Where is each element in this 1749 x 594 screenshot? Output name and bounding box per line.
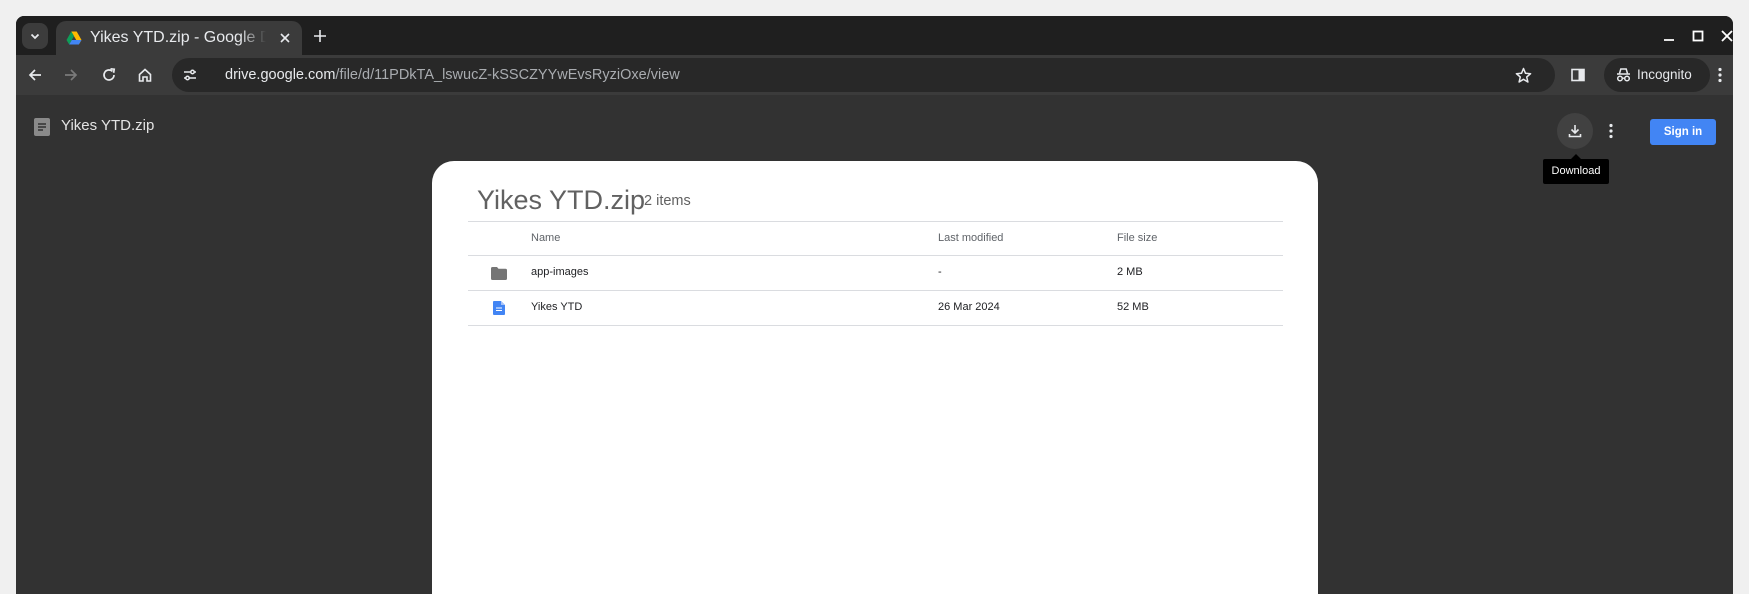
download-tooltip: Download — [1543, 154, 1609, 184]
forward-button[interactable] — [57, 61, 85, 89]
column-header-name[interactable]: Name — [531, 222, 560, 255]
google-drive-icon — [66, 31, 82, 45]
archive-title: Yikes YTD.zip — [477, 185, 646, 215]
archive-contents-table: Name Last modified File size app-images … — [468, 221, 1283, 326]
archive-preview-card: Yikes YTD.zip 2 items Name Last modified… — [432, 161, 1318, 594]
table-row[interactable]: app-images - 2 MB — [468, 256, 1283, 291]
minimize-button[interactable] — [1656, 23, 1682, 49]
row-file-size: 2 MB — [1117, 266, 1143, 278]
incognito-label: Incognito — [1637, 67, 1692, 82]
arrow-left-icon — [28, 69, 41, 81]
address-bar[interactable]: drive.google.com/file/d/11PDkTA_lswucZ-k… — [172, 58, 1555, 92]
side-panel-icon — [1571, 68, 1585, 82]
maximize-button[interactable] — [1685, 23, 1711, 49]
document-icon — [34, 118, 50, 136]
tab-search-button[interactable] — [22, 23, 48, 49]
row-name: Yikes YTD — [531, 301, 583, 313]
tab-title: Yikes YTD.zip - Google Drive — [90, 29, 266, 46]
row-last-modified: 26 Mar 2024 — [938, 301, 1000, 313]
close-icon — [1721, 30, 1733, 42]
close-icon — [280, 33, 290, 43]
arrow-right-icon — [65, 69, 78, 81]
maximize-icon — [1692, 30, 1704, 42]
star-icon — [1515, 67, 1531, 83]
document-icon — [490, 299, 508, 317]
more-vertical-icon — [1718, 67, 1722, 83]
row-last-modified: - — [938, 266, 942, 278]
archive-item-count: 2 items — [644, 193, 691, 209]
row-name: app-images — [531, 266, 589, 278]
column-header-last-modified[interactable]: Last modified — [938, 222, 1003, 255]
download-button[interactable] — [1557, 113, 1593, 149]
bookmark-button[interactable] — [1511, 63, 1535, 87]
browser-window: Yikes YTD.zip - Google Drive — [16, 16, 1733, 594]
drive-viewer: Yikes YTD.zip Sign in Download Yikes YTD… — [16, 95, 1733, 594]
plus-icon — [314, 30, 326, 42]
tune-icon — [184, 69, 196, 81]
more-actions-button[interactable] — [1601, 119, 1621, 143]
url-text: drive.google.com/file/d/11PDkTA_lswucZ-k… — [225, 58, 680, 92]
back-button[interactable] — [21, 61, 49, 89]
reload-icon — [103, 67, 116, 81]
tab-strip: Yikes YTD.zip - Google Drive — [16, 16, 1733, 55]
window-close-button[interactable] — [1714, 23, 1733, 49]
reload-button[interactable] — [95, 61, 123, 89]
url-host: drive.google.com — [225, 67, 336, 83]
url-path: /file/d/11PDkTA_lswucZ-kSSCZYYwEvsRyziOx… — [335, 67, 680, 83]
incognito-indicator[interactable]: Incognito — [1604, 58, 1710, 92]
browser-menu-button[interactable] — [1710, 61, 1730, 89]
table-row[interactable]: Yikes YTD 26 Mar 2024 52 MB — [468, 291, 1283, 326]
folder-icon — [490, 264, 508, 282]
column-header-file-size[interactable]: File size — [1117, 222, 1157, 255]
home-button[interactable] — [131, 61, 159, 89]
file-title: Yikes YTD.zip — [61, 117, 155, 134]
incognito-icon — [1616, 68, 1631, 82]
active-tab[interactable]: Yikes YTD.zip - Google Drive — [56, 21, 302, 55]
more-vertical-icon — [1609, 123, 1613, 139]
sign-in-button[interactable]: Sign in — [1650, 119, 1716, 145]
site-info-button[interactable] — [178, 63, 202, 87]
tab-close-button[interactable] — [276, 29, 294, 47]
minimize-icon — [1664, 39, 1674, 41]
home-icon — [138, 68, 152, 82]
browser-toolbar: drive.google.com/file/d/11PDkTA_lswucZ-k… — [16, 55, 1733, 95]
chevron-down-icon — [30, 33, 40, 40]
new-tab-button[interactable] — [308, 24, 332, 48]
download-icon — [1568, 125, 1582, 138]
table-header: Name Last modified File size — [468, 221, 1283, 256]
row-file-size: 52 MB — [1117, 301, 1149, 313]
side-panel-button[interactable] — [1564, 61, 1592, 89]
